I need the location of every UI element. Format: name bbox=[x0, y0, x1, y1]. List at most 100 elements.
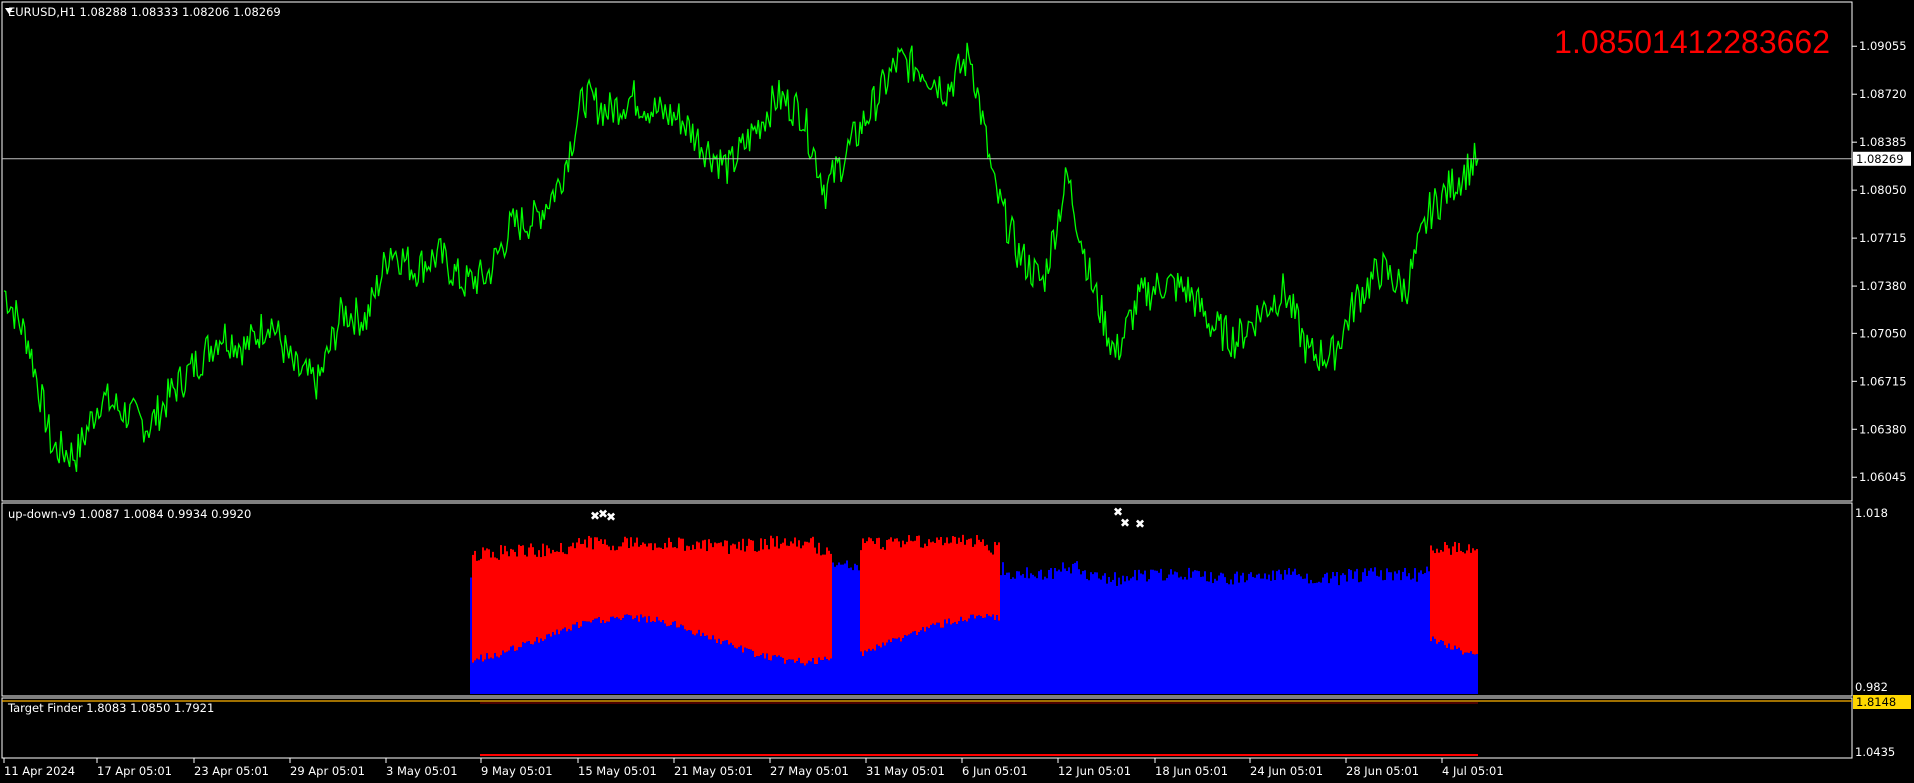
indicator-bar-up bbox=[1114, 572, 1116, 694]
x-tick-label: 21 May 05:01 bbox=[674, 764, 753, 778]
target-panel[interactable] bbox=[1, 697, 1853, 759]
indicator-markers: ✖✖✖ ✖✖ ✖ bbox=[590, 505, 1145, 531]
indicator-bar-down bbox=[978, 539, 980, 616]
indicator-bar-down bbox=[762, 549, 764, 654]
indicator-bar-up bbox=[1424, 572, 1426, 694]
indicator-bar-down bbox=[754, 551, 756, 658]
indicator-bar-up bbox=[622, 618, 624, 694]
indicator-bar-up bbox=[1442, 641, 1444, 694]
indicator-bar-down bbox=[472, 554, 474, 663]
indicator-bar-up bbox=[668, 625, 670, 694]
target-tick-bottom: 1.0435 bbox=[1855, 745, 1895, 759]
indicator-bar-down bbox=[1438, 552, 1440, 642]
indicator-bar-up bbox=[876, 644, 878, 694]
indicator-bar-down bbox=[876, 538, 878, 645]
indicator-bar-up bbox=[600, 623, 602, 694]
indicator-bar-down bbox=[566, 554, 568, 632]
indicator-bar-up bbox=[794, 662, 796, 694]
indicator-bar-up bbox=[1242, 572, 1244, 694]
x-axis: 11 Apr 2024 17 Apr 05:01 23 Apr 05:01 29 Ap… bbox=[3, 758, 1504, 778]
indicator-bar-up bbox=[848, 568, 850, 694]
indicator-bar-up bbox=[1408, 573, 1410, 694]
x-tick-label: 27 May 05:01 bbox=[770, 764, 849, 778]
x-tick-label: 11 Apr 2024 bbox=[4, 764, 75, 778]
indicator-bar-down bbox=[504, 545, 506, 653]
x-tick-label: 4 Jul 05:01 bbox=[1442, 764, 1504, 778]
price-tick-label: 1.07715 bbox=[1859, 231, 1907, 245]
indicator-bar-up bbox=[610, 616, 612, 694]
indicator-bar-down bbox=[822, 554, 824, 661]
indicator-bar-down bbox=[1442, 551, 1444, 642]
indicator-tick-bottom: 0.982 bbox=[1855, 680, 1888, 694]
indicator-bar-up bbox=[638, 621, 640, 694]
indicator-bar-down bbox=[486, 548, 488, 654]
target-tick-top: 1.8148 bbox=[1856, 695, 1896, 709]
indicator-bar-down bbox=[642, 542, 644, 618]
indicator-bar-up bbox=[1190, 577, 1192, 694]
indicator-bar-up bbox=[1346, 581, 1348, 694]
indicator-bar-up bbox=[1234, 573, 1236, 694]
indicator-bar-down bbox=[792, 543, 794, 660]
indicator-bar-down bbox=[528, 547, 530, 642]
indicator-bar-up bbox=[1046, 578, 1048, 694]
indicator-bar-up bbox=[1068, 567, 1070, 694]
indicator-bar-down bbox=[680, 538, 682, 625]
indicator-bar-up bbox=[1186, 579, 1188, 694]
indicator-bar-down bbox=[1436, 548, 1438, 644]
indicator-bar-up bbox=[802, 663, 804, 694]
indicator-bar-down bbox=[1444, 542, 1446, 646]
price-tick-label: 1.08720 bbox=[1859, 87, 1907, 101]
indicator-bar-down bbox=[476, 560, 478, 659]
indicator-bar-down bbox=[956, 543, 958, 625]
indicator-bar-down bbox=[522, 545, 524, 643]
indicator-bar-down bbox=[684, 550, 686, 630]
indicator-bar-down bbox=[632, 546, 634, 620]
indicator-bar-up bbox=[924, 631, 926, 694]
indicator-bar-down bbox=[874, 543, 876, 651]
price-panel[interactable] bbox=[1, 1, 1853, 502]
x-tick-label: 17 Apr 05:01 bbox=[97, 764, 172, 778]
indicator-bar-up bbox=[1164, 580, 1166, 694]
indicator-bar-down bbox=[518, 544, 520, 647]
indicator-bar-up bbox=[1382, 580, 1384, 694]
indicator-bar-up bbox=[558, 634, 560, 694]
indicator-tick-top: 1.018 bbox=[1855, 506, 1888, 520]
indicator-bar-down bbox=[498, 559, 500, 658]
indicator-bar-up bbox=[948, 618, 950, 694]
indicator-bar-down bbox=[572, 542, 574, 625]
indicator-bar-down bbox=[826, 547, 828, 660]
indicator-bar-up bbox=[1092, 574, 1094, 694]
indicator-bar-up bbox=[598, 617, 600, 694]
indicator-bar-down bbox=[532, 547, 534, 645]
indicator-bar-up bbox=[478, 659, 480, 694]
indicator-bar-down bbox=[892, 541, 894, 639]
indicator-bar-up bbox=[934, 624, 936, 694]
indicator-bar-up bbox=[1456, 649, 1458, 694]
indicator-bar-down bbox=[568, 546, 570, 629]
indicator-bar-up bbox=[844, 563, 846, 694]
indicator-bar-down bbox=[548, 548, 550, 634]
indicator-bar-up bbox=[726, 640, 728, 694]
trading-chart[interactable]: 1.09055 1.08720 1.08385 1.08050 1.07715 1.073… bbox=[0, 0, 1914, 783]
indicator-bar-up bbox=[592, 620, 594, 694]
indicator-bar-down bbox=[652, 550, 654, 622]
indicator-bar-up bbox=[818, 657, 820, 694]
indicator-bar-down bbox=[1470, 552, 1472, 652]
indicator-bar-up bbox=[1432, 636, 1434, 694]
indicator-bar-up bbox=[826, 659, 828, 694]
indicator-bar-up bbox=[842, 564, 844, 694]
indicator-bar-down bbox=[622, 542, 624, 619]
indicator-bar-down bbox=[558, 551, 560, 635]
indicator-bar-up bbox=[1336, 571, 1338, 694]
indicator-bar-down bbox=[1446, 545, 1448, 649]
indicator-bar-down bbox=[626, 538, 628, 615]
indicator-bar-up bbox=[1078, 569, 1080, 694]
indicator-bar-down bbox=[492, 551, 494, 659]
indicator-bar-up bbox=[1206, 581, 1208, 694]
indicator-bar-up bbox=[630, 615, 632, 694]
indicator-bar-up bbox=[728, 644, 730, 694]
indicator-bar-up bbox=[822, 660, 824, 694]
indicator-bar-up bbox=[1074, 562, 1076, 694]
indicator-bar-up bbox=[1338, 585, 1340, 694]
indicator-bar-up bbox=[894, 638, 896, 694]
